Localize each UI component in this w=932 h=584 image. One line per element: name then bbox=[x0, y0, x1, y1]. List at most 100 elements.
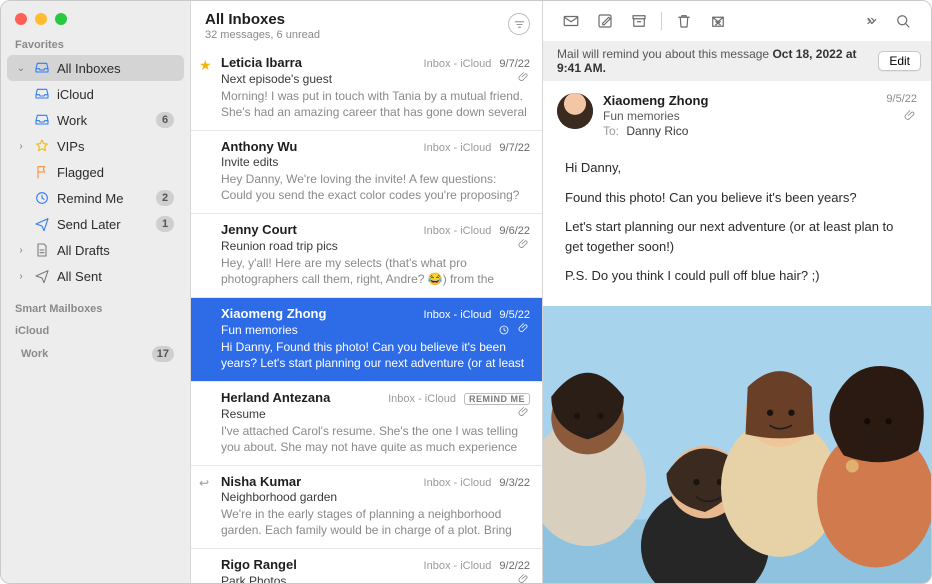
sidebar-section-favorites: Favorites bbox=[1, 33, 190, 55]
message-location: Inbox - iCloud bbox=[424, 58, 492, 70]
toolbar: » bbox=[543, 1, 931, 41]
message-location: Inbox - iCloud bbox=[424, 560, 492, 572]
close-window-button[interactable] bbox=[15, 13, 27, 25]
attachment-icon bbox=[518, 406, 530, 421]
sender-avatar[interactable] bbox=[557, 93, 593, 129]
message-subject: Resume bbox=[221, 407, 510, 421]
send-later-icon bbox=[33, 216, 51, 232]
message-date: 9/7/22 bbox=[499, 58, 530, 70]
message-list[interactable]: ★ Leticia Ibarra Inbox - iCloud 9/7/22 Next … bbox=[191, 47, 542, 583]
message-date: 9/5/22 bbox=[886, 93, 917, 105]
sidebar-item-vips[interactable]: › VIPs bbox=[7, 133, 184, 159]
count-badge: 17 bbox=[152, 346, 174, 362]
more-icon[interactable]: » bbox=[853, 8, 885, 34]
sidebar-item-remind-me[interactable]: Remind Me 2 bbox=[7, 185, 184, 211]
chevron-right-icon[interactable]: › bbox=[15, 271, 27, 282]
message-sender: Anthony Wu bbox=[221, 139, 416, 154]
chevron-right-icon[interactable]: › bbox=[15, 245, 27, 256]
message-body: Hi Danny,Found this photo! Can you belie… bbox=[543, 146, 931, 306]
message-list-item[interactable]: Herland AntezanaInbox - iCloudREMIND MER… bbox=[191, 382, 542, 466]
mailbox-title: All Inboxes bbox=[205, 11, 508, 28]
message-date: 9/7/22 bbox=[499, 142, 530, 154]
message-list-item[interactable]: ★ Leticia Ibarra Inbox - iCloud 9/7/22 Next … bbox=[191, 47, 542, 131]
message-list-item[interactable]: ↩Nisha KumarInbox - iCloud9/3/22Neighbor… bbox=[191, 466, 542, 549]
sidebar-item-work-inbox[interactable]: Work 6 bbox=[7, 107, 184, 133]
inbox-icon bbox=[33, 60, 51, 76]
message-sender: Jenny Court bbox=[221, 222, 416, 237]
sidebar-item-label: VIPs bbox=[57, 139, 174, 154]
chevron-down-icon[interactable]: ⌄ bbox=[15, 63, 27, 74]
message-list-item[interactable]: Xiaomeng Zhong Inbox - iCloud 9/5/22 Fun me… bbox=[191, 298, 542, 382]
sidebar-item-send-later[interactable]: Send Later 1 bbox=[7, 211, 184, 237]
message-sender: Xiaomeng Zhong bbox=[221, 306, 416, 321]
message-from[interactable]: Xiaomeng Zhong bbox=[603, 93, 876, 108]
attachment-icon[interactable] bbox=[904, 109, 917, 125]
message-preview: We're in the early stages of planning a … bbox=[221, 506, 530, 538]
clock-icon bbox=[33, 190, 51, 206]
sidebar-section-smart[interactable]: Smart Mailboxes bbox=[1, 297, 190, 319]
junk-icon[interactable] bbox=[702, 8, 734, 34]
sidebar-item-all-sent[interactable]: › All Sent bbox=[7, 263, 184, 289]
message-sender: Leticia Ibarra bbox=[221, 55, 416, 70]
sidebar-item-icloud-inbox[interactable]: iCloud bbox=[7, 81, 184, 107]
window-controls bbox=[1, 1, 190, 33]
message-preview: I've attached Carol's resume. She's the … bbox=[221, 423, 530, 455]
message-date: 9/6/22 bbox=[499, 225, 530, 237]
message-list-header: All Inboxes 32 messages, 6 unread bbox=[191, 1, 542, 47]
clock-icon bbox=[498, 324, 510, 336]
message-list-item[interactable]: Jenny CourtInbox - iCloud9/6/22Reunion r… bbox=[191, 214, 542, 298]
sidebar-item-label: Remind Me bbox=[57, 191, 150, 206]
message-subject: Fun memories bbox=[221, 323, 490, 337]
mailbox-subtitle: 32 messages, 6 unread bbox=[205, 29, 508, 41]
remind-banner-text: Mail will remind you about this message bbox=[557, 47, 772, 61]
envelope-icon[interactable] bbox=[555, 8, 587, 34]
message-location: Inbox - iCloud bbox=[424, 142, 492, 154]
message-body-paragraph: Hi Danny, bbox=[565, 158, 909, 178]
trash-icon[interactable] bbox=[668, 8, 700, 34]
compose-icon[interactable] bbox=[589, 8, 621, 34]
edit-remind-button[interactable]: Edit bbox=[878, 51, 921, 71]
message-date: 9/2/22 bbox=[499, 560, 530, 572]
fullscreen-window-button[interactable] bbox=[55, 13, 67, 25]
sidebar-item-label: All Inboxes bbox=[57, 61, 174, 76]
minimize-window-button[interactable] bbox=[35, 13, 47, 25]
message-preview: Hey, y'all! Here are my selects (that's … bbox=[221, 255, 530, 287]
sidebar-item-all-drafts[interactable]: › All Drafts bbox=[7, 237, 184, 263]
inbox-icon bbox=[33, 86, 51, 102]
sidebar-item-all-inboxes[interactable]: ⌄ All Inboxes bbox=[7, 55, 184, 81]
sidebar-item-label: All Drafts bbox=[57, 243, 174, 258]
message-body-paragraph: P.S. Do you think I could pull off blue … bbox=[565, 266, 909, 286]
message-list-column: All Inboxes 32 messages, 6 unread ★ Letic… bbox=[191, 1, 543, 583]
message-sender: Nisha Kumar bbox=[221, 474, 416, 489]
message-location: Inbox - iCloud bbox=[388, 393, 456, 405]
attachment-icon bbox=[518, 71, 530, 86]
message-list-item[interactable]: Anthony WuInbox - iCloud9/7/22Invite edi… bbox=[191, 131, 542, 214]
toolbar-divider bbox=[661, 12, 662, 30]
sidebar-item-label: Work bbox=[57, 113, 150, 128]
message-location: Inbox - iCloud bbox=[424, 225, 492, 237]
sidebar-section-icloud[interactable]: iCloud bbox=[1, 319, 190, 341]
message-preview: Hi Danny, Found this photo! Can you beli… bbox=[221, 339, 530, 371]
count-badge: 2 bbox=[156, 190, 174, 206]
sidebar-item-flagged[interactable]: Flagged bbox=[7, 159, 184, 185]
drafts-icon bbox=[33, 242, 51, 258]
attachment-icon bbox=[518, 238, 530, 253]
count-badge: 1 bbox=[156, 216, 174, 232]
search-icon[interactable] bbox=[887, 8, 919, 34]
star-icon: ★ bbox=[199, 57, 212, 74]
message-location: Inbox - iCloud bbox=[424, 309, 492, 321]
sidebar-section-work[interactable]: Work 17 bbox=[7, 343, 184, 365]
message-subject: Park Photos bbox=[221, 574, 510, 584]
sidebar-item-label: Send Later bbox=[57, 217, 150, 232]
to-name[interactable]: Danny Rico bbox=[626, 124, 688, 138]
message-list-item[interactable]: Rigo Rangel Inbox - iCloud 9/2/22 Park Phot… bbox=[191, 549, 542, 583]
message-subject: Fun memories bbox=[603, 109, 876, 123]
message-date: 9/5/22 bbox=[499, 309, 530, 321]
message-sender: Rigo Rangel bbox=[221, 557, 416, 572]
attached-photo[interactable] bbox=[543, 306, 931, 584]
chevron-right-icon[interactable]: › bbox=[15, 141, 27, 152]
archive-icon[interactable] bbox=[623, 8, 655, 34]
message-to-line: To: Danny Rico bbox=[603, 124, 876, 138]
filter-button[interactable] bbox=[508, 13, 530, 35]
message-subject: Next episode's guest bbox=[221, 72, 510, 86]
